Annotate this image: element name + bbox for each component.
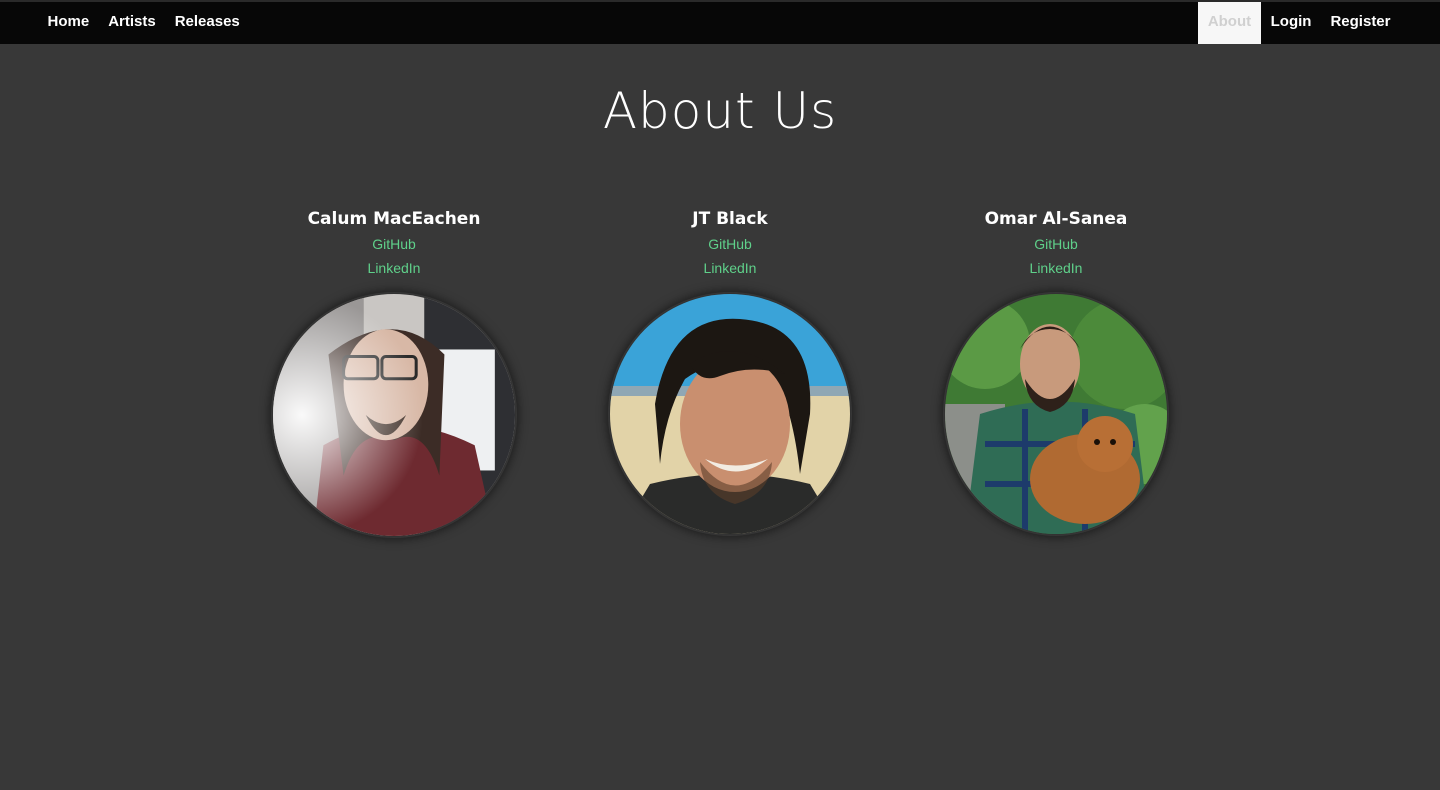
member-linkedin-link[interactable]: LinkedIn xyxy=(244,256,544,280)
nav-left-group: Home Artists Releases xyxy=(38,2,249,44)
nav-releases-link[interactable]: Releases xyxy=(165,2,249,44)
member-avatar xyxy=(610,294,850,534)
team-member-card: Calum MacEachen GitHub LinkedIn xyxy=(244,206,544,536)
nav-artists-link[interactable]: Artists xyxy=(99,2,166,44)
member-name: Omar Al-Sanea xyxy=(984,209,1128,229)
page-title: About Us xyxy=(602,82,838,140)
member-linkedin-link[interactable]: LinkedIn xyxy=(906,256,1206,280)
member-avatar-photo xyxy=(945,294,1167,534)
navbar: Home Artists Releases About Login Regist… xyxy=(0,0,1440,44)
nav-login-link[interactable]: Login xyxy=(1261,2,1321,44)
member-github-link[interactable]: GitHub xyxy=(580,232,880,256)
member-avatar xyxy=(273,294,515,536)
nav-register-link[interactable]: Register xyxy=(1321,2,1400,44)
team-member-card: Omar Al-Sanea GitHub LinkedIn xyxy=(906,206,1206,534)
member-avatar-photo xyxy=(610,294,850,534)
team-section: Calum MacEachen GitHub LinkedIn JT Black… xyxy=(0,206,1440,546)
member-github-link[interactable]: GitHub xyxy=(244,232,544,256)
nav-home-link[interactable]: Home xyxy=(38,2,99,44)
member-name: Calum MacEachen xyxy=(307,209,481,229)
member-avatar xyxy=(945,294,1167,534)
member-avatar-photo xyxy=(273,294,515,536)
member-linkedin-link[interactable]: LinkedIn xyxy=(580,256,880,280)
member-github-link[interactable]: GitHub xyxy=(906,232,1206,256)
nav-right-group: About Login Register xyxy=(1197,2,1400,44)
member-name: JT Black xyxy=(692,209,768,229)
team-member-card: JT Black GitHub LinkedIn xyxy=(580,206,880,534)
nav-about-link[interactable]: About xyxy=(1197,2,1262,44)
